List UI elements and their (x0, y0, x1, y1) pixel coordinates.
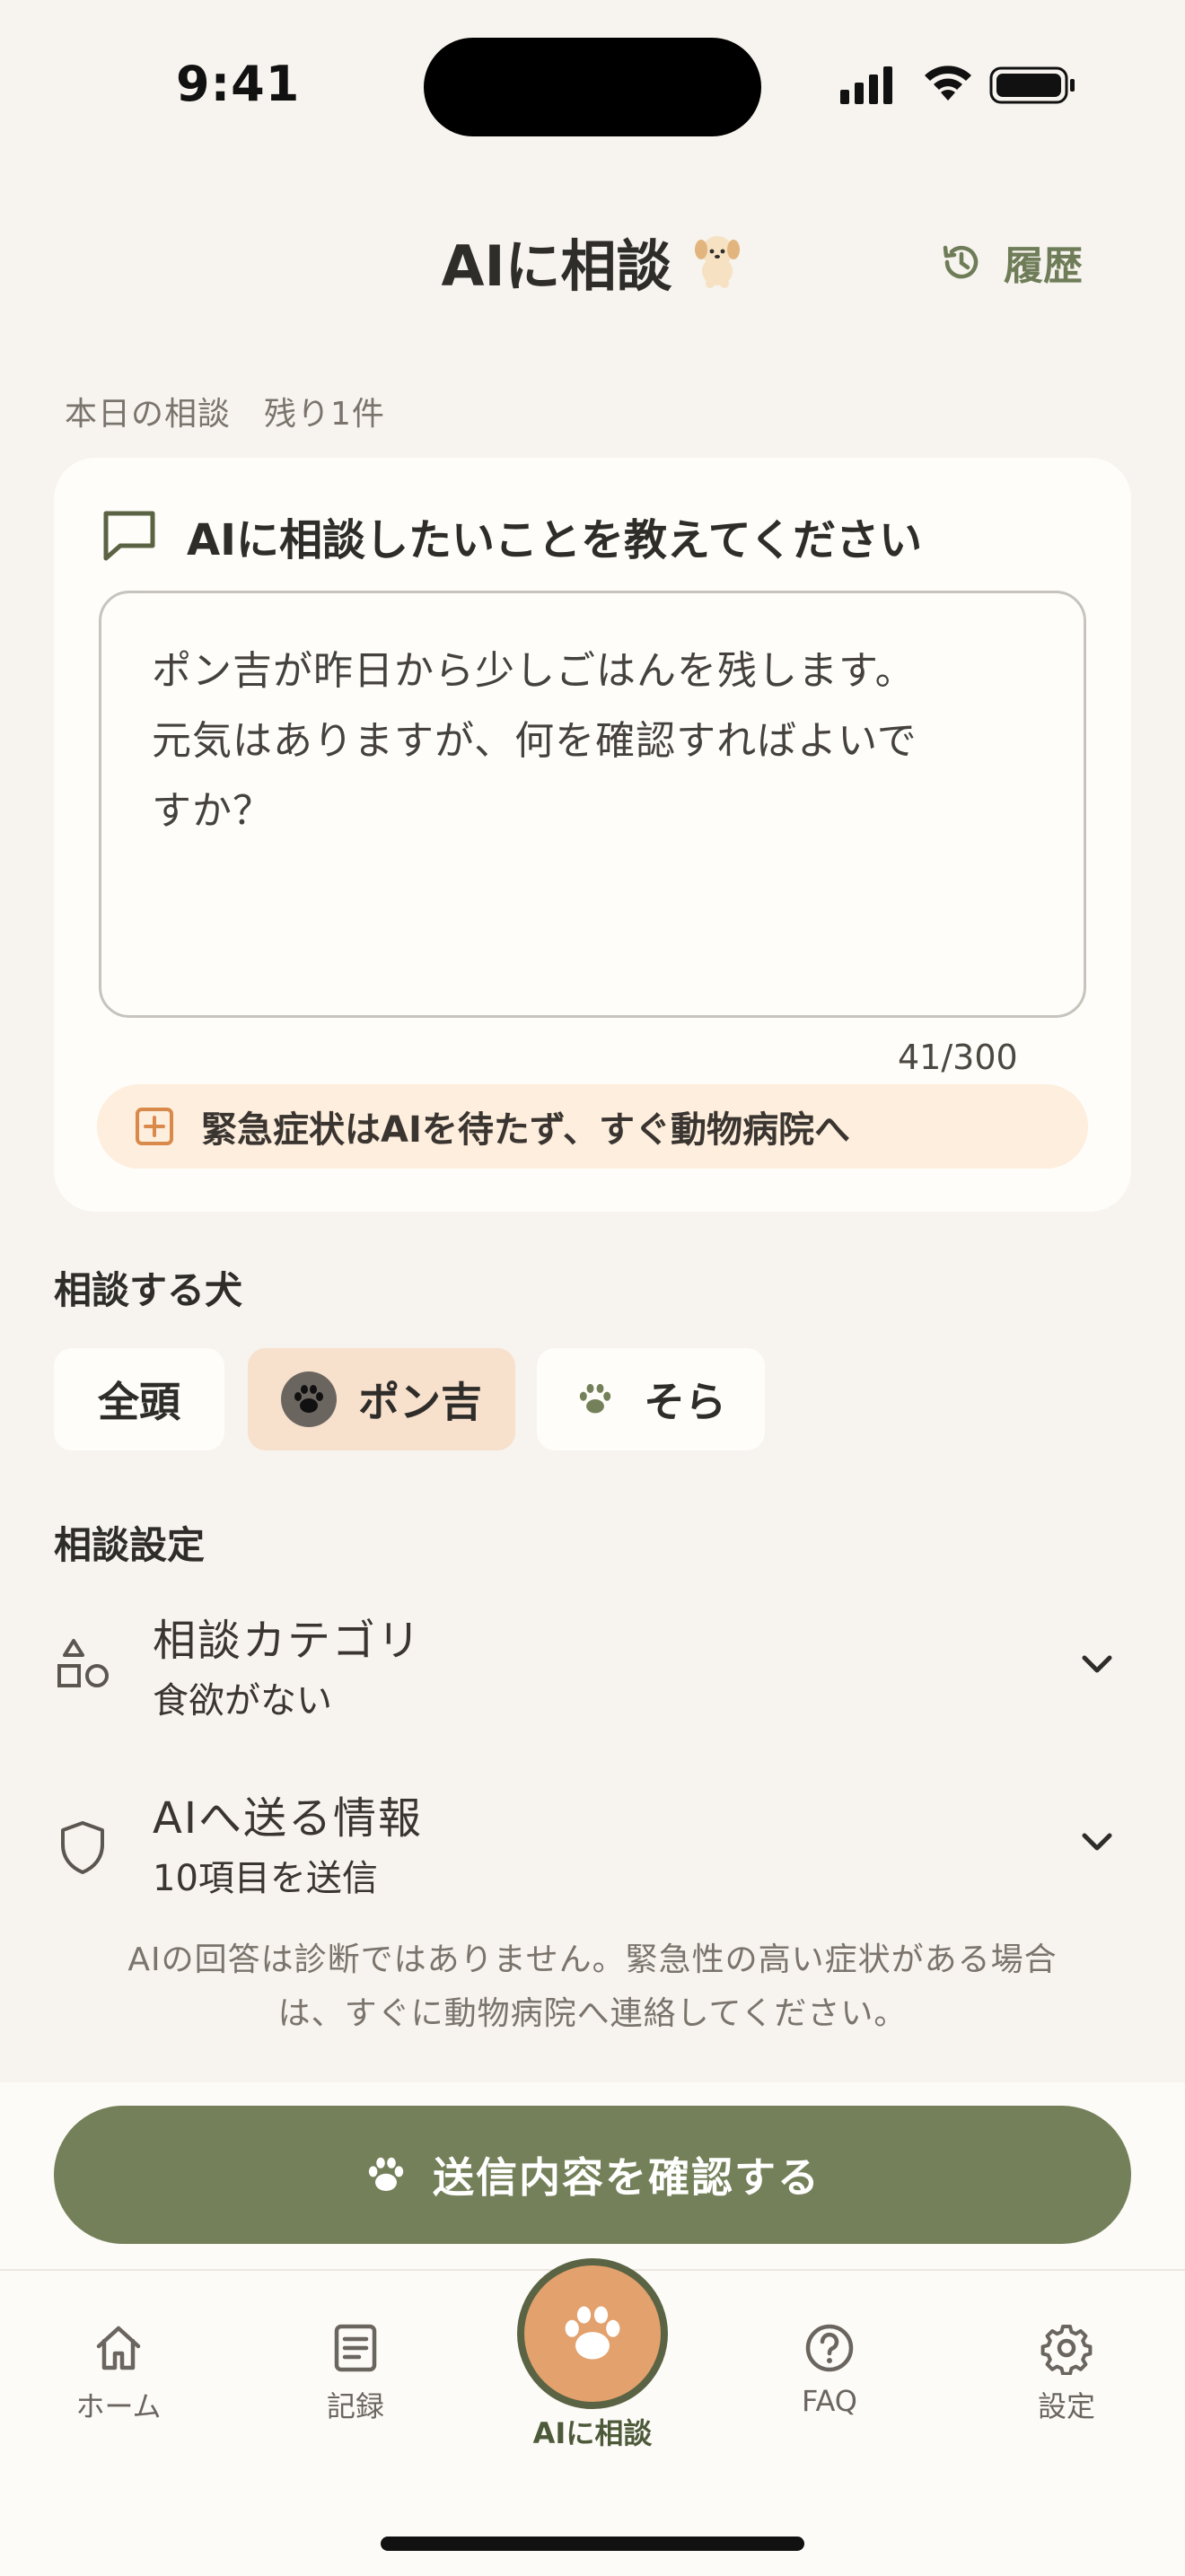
category-select[interactable]: 相談カテゴリ 食欲がない (54, 1605, 1131, 1757)
chevron-down-icon (1082, 1655, 1112, 1673)
history-button[interactable]: 履歴 (939, 235, 1083, 289)
ai-info-select[interactable]: AIへ送る情報 10項目を送信 (54, 1783, 1131, 1935)
nav-faq[interactable]: FAQ (749, 2321, 910, 2418)
remaining-count: 本日の相談 残り1件 (65, 396, 385, 433)
emergency-notice-text: 緊急症状はAIを待たず、すぐ動物病院へ (201, 1109, 851, 1151)
nav-records[interactable]: 記録 (275, 2321, 436, 2425)
chevron-down-icon (1082, 1833, 1112, 1851)
settings-label: 相談設定 (54, 1523, 206, 1567)
category-value: 食欲がない (153, 1680, 332, 1722)
dynamic-island (424, 38, 761, 136)
nav-ai-consult[interactable] (517, 2258, 668, 2409)
dog-select-label: 相談する犬 (54, 1268, 243, 1312)
document-list-icon (334, 2324, 377, 2372)
dog-chip-all[interactable]: 全頭 (54, 1348, 224, 1450)
history-label: 履歴 (1004, 243, 1083, 289)
consult-heading-text: AIに相談したいことを教えてください (187, 515, 923, 565)
paw-avatar-icon (281, 1371, 337, 1427)
dog-chip-label: そら (644, 1378, 726, 1426)
home-icon (96, 2326, 141, 2370)
ai-info-value: 10項目を送信 (153, 1858, 378, 1899)
gear-icon (1040, 2325, 1093, 2375)
confirm-send-label: 送信内容を確認する (433, 2153, 821, 2202)
dog-chip-label: 全頭 (98, 1378, 180, 1426)
question-circle-icon (805, 2324, 854, 2372)
nav-settings-label: 設定 (1037, 2389, 1095, 2423)
shield-icon (61, 1821, 104, 1874)
disclaimer: AIの回答は診断ではありません。緊急性の高い症状がある場合 は、すぐに動物病院へ… (72, 1933, 1113, 2041)
nav-ai-consult-label: AIに相談 (532, 2416, 653, 2450)
emergency-notice: 緊急症状はAIを待たず、すぐ動物病院へ (97, 1084, 1088, 1169)
home-indicator (381, 2537, 804, 2551)
confirm-send-button[interactable]: 送信内容を確認する (54, 2106, 1131, 2244)
medical-cross-icon (136, 1108, 173, 1145)
disclaimer-line: AIの回答は診断ではありません。緊急性の高い症状がある場合 (127, 1941, 1058, 1978)
page-title-text: AIに相談 (441, 233, 672, 299)
status-time: 9:41 (176, 56, 301, 112)
paw-icon (368, 2157, 404, 2191)
nav-home-label: ホーム (75, 2389, 162, 2423)
dog-chip-label: ポン吉 (358, 1378, 482, 1426)
disclaimer-line: は、すぐに動物病院へ連絡してください。 (277, 1995, 908, 2032)
ai-info-title: AIへ送る情報 (153, 1793, 423, 1844)
consult-card-heading: AIに相談したいことを教えてください (101, 504, 922, 567)
char-counter: 41/300 (898, 1038, 1018, 1077)
status-icons (840, 66, 1075, 104)
category-title: 相談カテゴリ (153, 1616, 423, 1666)
dog-chip-sora[interactable]: そら (537, 1348, 765, 1450)
chat-bubble-icon (103, 511, 155, 561)
message-line: すか？ (152, 788, 273, 834)
puppy-mascot-icon (694, 236, 740, 288)
consult-message-input[interactable]: ポン吉が昨日から少しごはんを残します。 元気はありますが、何を確認すればよいで … (99, 591, 1086, 1018)
paw-icon (579, 1383, 611, 1414)
nav-home[interactable]: ホーム (38, 2321, 199, 2425)
history-clock-icon (943, 245, 979, 279)
nav-faq-label: FAQ (802, 2384, 857, 2418)
cellular-signal-icon (840, 66, 892, 104)
message-line: 元気はありますが、何を確認すればよいで (152, 718, 917, 764)
battery-icon (989, 66, 1075, 104)
paw-icon (565, 2306, 620, 2360)
wifi-icon (925, 66, 971, 101)
shapes-category-icon (57, 1639, 109, 1687)
dog-chip-ponkichi[interactable]: ポン吉 (248, 1348, 515, 1450)
message-line: ポン吉が昨日から少しごはんを残します。 (152, 648, 916, 694)
nav-records-label: 記録 (326, 2389, 384, 2423)
nav-settings[interactable]: 設定 (986, 2321, 1147, 2425)
